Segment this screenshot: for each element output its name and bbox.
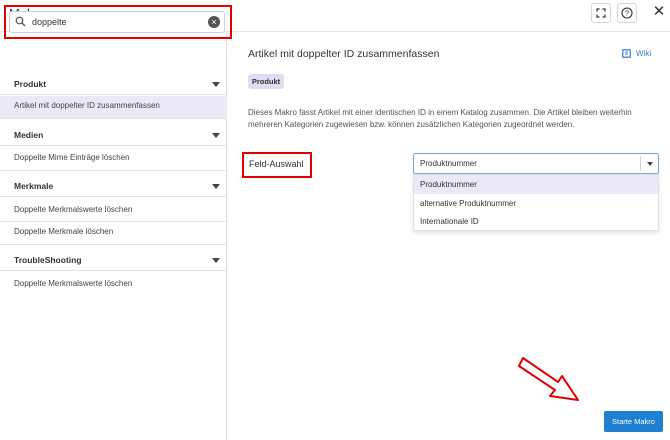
group-label: Merkmale xyxy=(14,181,54,191)
group-label: Produkt xyxy=(14,79,47,89)
select-option[interactable]: Produktnummer xyxy=(414,175,658,194)
wiki-label: Wiki xyxy=(636,49,652,58)
macro-item-label: Doppelte Merkmalswerte löschen xyxy=(14,205,133,214)
chevron-down-icon xyxy=(212,82,220,87)
divider xyxy=(0,145,227,146)
divider xyxy=(0,170,227,171)
select-dropdown: Produktnummer alternative Produktnummer … xyxy=(413,174,659,231)
group-header-produkt[interactable]: Produkt xyxy=(0,74,227,96)
field-select[interactable]: Produktnummer xyxy=(413,153,659,174)
divider xyxy=(0,94,227,95)
fullscreen-button[interactable] xyxy=(591,3,611,23)
annotation-arrow-icon xyxy=(518,357,579,401)
select-option[interactable]: Internationale ID xyxy=(414,212,658,231)
chevron-down-icon xyxy=(212,184,220,189)
group-header-troubleshooting[interactable]: TroubleShooting xyxy=(0,250,227,272)
chevron-down-icon xyxy=(212,258,220,263)
macro-item-label: Doppelte Merkmalswerte löschen xyxy=(14,279,133,288)
book-icon xyxy=(622,49,631,58)
select-value: Produktnummer xyxy=(420,159,477,168)
select-divider xyxy=(640,156,641,171)
category-badge: Produkt xyxy=(248,74,284,89)
help-icon: ? xyxy=(621,7,633,19)
annotation-highlight-search xyxy=(4,5,232,39)
divider xyxy=(0,270,227,271)
chevron-down-icon xyxy=(212,133,220,138)
option-label: Internationale ID xyxy=(420,217,479,226)
chevron-down-icon[interactable] xyxy=(647,162,653,166)
start-macro-button[interactable]: Starte Makro xyxy=(604,411,663,432)
macro-item[interactable]: Doppelte Merkmale löschen xyxy=(0,222,227,244)
help-button[interactable]: ? xyxy=(617,3,637,23)
svg-text:?: ? xyxy=(625,9,629,18)
macro-title: Artikel mit doppelter ID zusammenfassen xyxy=(248,48,440,60)
select-option[interactable]: alternative Produktnummer xyxy=(414,194,658,213)
close-icon[interactable]: ✕ xyxy=(651,3,667,21)
macro-item[interactable]: Doppelte Merkmalswerte löschen xyxy=(0,274,227,296)
macro-description: Dieses Makro fasst Artikel mit einer ide… xyxy=(248,108,632,129)
divider xyxy=(0,244,227,245)
group-header-merkmale[interactable]: Merkmale xyxy=(0,176,227,198)
divider xyxy=(0,118,227,119)
annotation-highlight-field xyxy=(242,152,312,178)
wiki-link[interactable]: Wiki xyxy=(622,49,651,58)
macro-item-label: Artikel mit doppelter ID zusammenfassen xyxy=(14,101,160,110)
macro-item-selected[interactable]: Artikel mit doppelter ID zusammenfassen xyxy=(0,96,227,118)
option-label: alternative Produktnummer xyxy=(420,199,517,208)
group-label: Medien xyxy=(14,130,44,140)
macro-item-label: Doppelte Mime Einträge löschen xyxy=(14,153,130,162)
group-label: TroubleShooting xyxy=(14,255,82,265)
macro-item[interactable]: Doppelte Mime Einträge löschen xyxy=(0,148,227,170)
option-label: Produktnummer xyxy=(420,180,477,189)
divider xyxy=(0,196,227,197)
macro-item-label: Doppelte Merkmale löschen xyxy=(14,227,114,236)
macro-item[interactable]: Doppelte Merkmalswerte löschen xyxy=(0,200,227,222)
group-header-medien[interactable]: Medien xyxy=(0,125,227,147)
fullscreen-icon xyxy=(596,8,606,18)
